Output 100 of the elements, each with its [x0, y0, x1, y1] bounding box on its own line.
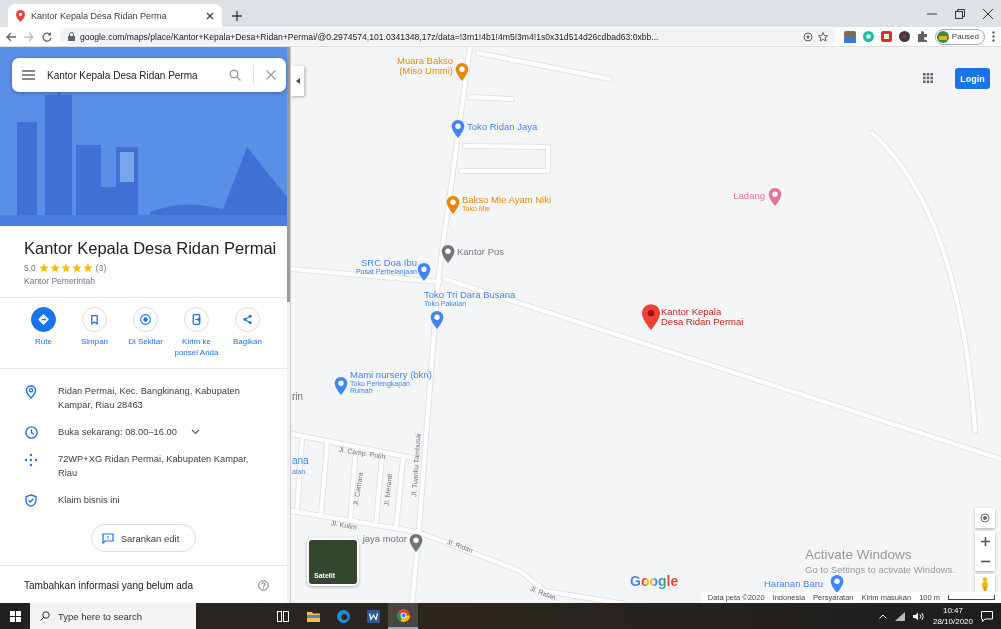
- star-icon: [60, 263, 71, 273]
- claim-link[interactable]: Klaim bisnis ini: [58, 493, 120, 507]
- map-pin-icon[interactable]: [430, 311, 444, 329]
- star-icon: [49, 263, 60, 273]
- star-icon: [82, 263, 93, 273]
- collapse-panel-button[interactable]: [291, 66, 304, 96]
- clock-icon: [24, 426, 38, 439]
- detail-text: Ridan Permai, Kec. Bangkinang, Kabupaten Kampar, Riau 28463: [58, 385, 241, 412]
- my-location-button[interactable]: [975, 508, 995, 528]
- chevron-up-icon[interactable]: [878, 613, 887, 619]
- menu-icon[interactable]: [22, 70, 35, 80]
- action-label[interactable]: Di Sekitar: [128, 336, 163, 347]
- address-bar[interactable]: google.com/maps/place/Kantor+Kepala+Desa+Ridan+Permai/@0.2974574,101.0341348,17z/data=!3m1!4b1!4m5!3m4!1s0x31d514d26cdbad63:0xbb...: [60, 28, 836, 45]
- review-count-link[interactable]: (3): [95, 263, 107, 273]
- profile-avatar-icon: [936, 30, 949, 43]
- place-label[interactable]: Mami nursery (bkn): [350, 370, 432, 380]
- lock-icon: [68, 32, 75, 41]
- close-icon[interactable]: [983, 8, 993, 19]
- action-label[interactable]: Rute: [35, 336, 52, 347]
- notification-icon[interactable]: [981, 610, 993, 622]
- url-text: google.com/maps/place/Kantor+Kepala+Desa+Ridan+Permai/@0.2974574,101.0341348,17z/data=!3m1!4b1!4m5!3m4!1s0x31d514d26cdbad63:0xbb...: [80, 31, 660, 42]
- extension-icon[interactable]: [843, 30, 856, 43]
- star-icon[interactable]: [817, 31, 828, 42]
- map-pin-icon[interactable]: [409, 534, 423, 552]
- selected-place-marker[interactable]: [642, 304, 660, 330]
- place-label[interactable]: Toko Tri Dara Busana: [424, 290, 516, 300]
- chrome-app-icon[interactable]: [388, 603, 418, 629]
- action-label[interactable]: Simpan: [80, 336, 109, 347]
- map-logo: Google: [630, 573, 679, 589]
- map-pin-icon[interactable]: [768, 188, 782, 206]
- place-label[interactable]: jaya motor: [362, 534, 407, 544]
- chevron-icon[interactable]: [190, 429, 200, 435]
- section-title: Tambahkan informasi yang belum ada: [24, 580, 193, 591]
- phone-send-button[interactable]: [184, 307, 209, 332]
- zoom-in-button[interactable]: [975, 531, 995, 551]
- location-pin-icon: [25, 385, 37, 399]
- map-pin-icon: [16, 9, 25, 22]
- clock-text[interactable]: 10:47 28/10/2020: [932, 605, 973, 627]
- map-pin-icon[interactable]: [451, 120, 465, 138]
- share-button[interactable]: [235, 307, 260, 332]
- star-icon: [38, 263, 49, 273]
- taskbar-search-field[interactable]: Type here to search: [30, 603, 196, 629]
- search-icon[interactable]: [229, 69, 241, 81]
- caret-left-icon: [295, 78, 300, 84]
- map-pin-icon[interactable]: [334, 377, 348, 395]
- place-label[interactable]: Haranan Baru: [764, 579, 824, 589]
- place-label: rin: [292, 392, 304, 402]
- new-tab-icon[interactable]: [232, 11, 242, 21]
- place-label[interactable]: Muara Bakso (Miso Ummi): [397, 56, 453, 76]
- action-label[interactable]: Bagikan: [233, 336, 262, 347]
- place-label[interactable]: Kantor Kepala Desa Ridan Permai: [661, 307, 744, 327]
- back-icon[interactable]: [6, 31, 16, 42]
- extension-icon[interactable]: [898, 31, 910, 42]
- detail-text: Buka sekarang: 08.00–16.00: [58, 426, 177, 439]
- extension-icon[interactable]: [880, 31, 892, 42]
- place-category[interactable]: Kantor Pemerintah: [24, 276, 287, 286]
- place-title: Kantor Kepala Desa Ridan Permai: [24, 239, 278, 258]
- windows-start-icon[interactable]: [9, 610, 21, 622]
- place-label[interactable]: Bakso Mie Ayam Niki: [462, 195, 552, 205]
- close-icon[interactable]: [206, 11, 214, 20]
- speaker-icon[interactable]: [912, 611, 925, 621]
- directions-button[interactable]: [31, 307, 56, 332]
- browser-tab[interactable]: Kantor Kepala Desa Ridan Perma: [8, 4, 222, 27]
- phone-send-icon: [190, 313, 203, 326]
- bookmark-button[interactable]: [82, 307, 107, 332]
- reload-icon[interactable]: [42, 31, 52, 42]
- apps-grid-icon[interactable]: [923, 73, 933, 83]
- zoom-out-button[interactable]: [975, 551, 995, 571]
- directions-icon: [37, 313, 50, 326]
- place-label: ana: [292, 456, 309, 466]
- share-icon: [241, 313, 254, 326]
- detail-text: 72WP+XG Ridan Permai, Kabupaten Kampar, Riau: [58, 453, 250, 480]
- login-button[interactable]: Login: [955, 68, 990, 89]
- tab-title: Kantor Kepala Desa Ridan Perma: [31, 10, 168, 21]
- rating-value: 5,0: [24, 263, 36, 273]
- search-input[interactable]: Kantor Kepala Desa Ridan Perma: [47, 69, 217, 81]
- map-pin-icon[interactable]: [830, 575, 844, 593]
- edit-comment-icon: [101, 532, 114, 544]
- map-pin-icon[interactable]: [417, 263, 431, 281]
- bookmark-icon: [88, 313, 101, 326]
- puzzle-icon[interactable]: [916, 31, 928, 42]
- map-pin-icon[interactable]: [455, 63, 469, 81]
- place-label[interactable]: SRC Doa Ibu: [355, 258, 417, 268]
- nearby-button[interactable]: [133, 307, 158, 332]
- place-label[interactable]: Toko Ridan Jaya: [467, 122, 538, 132]
- map-pin-icon[interactable]: [441, 245, 455, 263]
- place-label[interactable]: Ladang: [733, 191, 765, 201]
- place-label[interactable]: Kantor Pos: [457, 247, 504, 257]
- map-pin-icon[interactable]: [446, 196, 460, 214]
- help-icon[interactable]: [258, 580, 269, 591]
- activation-title: Activate Windows: [805, 547, 913, 564]
- location-target-icon: [980, 513, 990, 523]
- suggest-edit-button[interactable]: Sarankan edit: [90, 524, 197, 552]
- restore-icon[interactable]: [955, 8, 965, 19]
- location-target-icon[interactable]: [802, 31, 813, 42]
- network-icon[interactable]: [894, 611, 905, 621]
- shield-check-icon: [25, 494, 37, 507]
- menu-dots-icon[interactable]: [992, 31, 995, 42]
- activation-message: Go to Settings to activate Windows.: [805, 563, 955, 576]
- action-label[interactable]: Kirim ke ponsel Anda: [171, 336, 222, 358]
